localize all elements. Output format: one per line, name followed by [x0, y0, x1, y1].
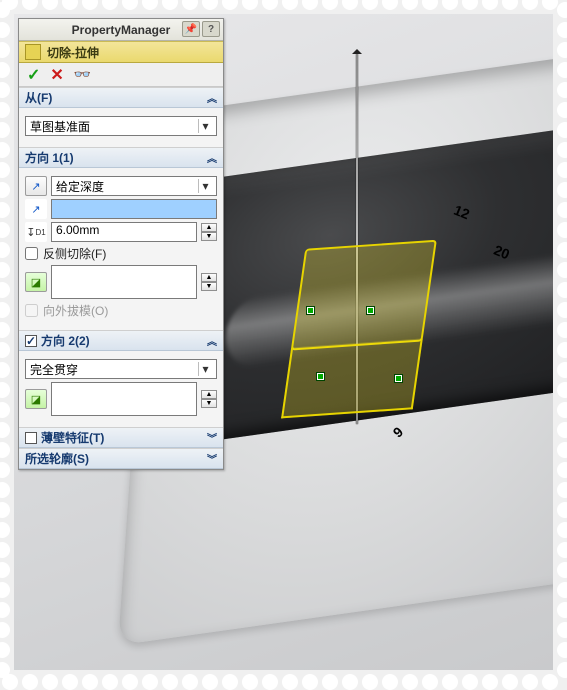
depth-icon: ↧D1 — [25, 222, 47, 242]
draft-spinner[interactable]: ▲▼ — [201, 273, 217, 291]
collapse-icon: ︽ — [207, 150, 217, 165]
from-condition-value: 草图基准面 — [30, 118, 90, 135]
collapse-icon: ︽ — [207, 90, 217, 105]
dir2-end-condition-combo[interactable]: 完全贯穿 ▾ — [25, 359, 217, 379]
section-thin-label: 薄壁特征(T) — [41, 429, 104, 446]
expand-icon: ︾ — [207, 430, 217, 445]
draft-faces-list[interactable] — [51, 265, 197, 299]
dropdown-icon: ▾ — [198, 362, 212, 376]
reverse-direction-button[interactable]: ↗ — [25, 176, 47, 196]
cancel-button[interactable]: ✕ — [50, 65, 63, 85]
sketch-node[interactable] — [366, 306, 375, 315]
dropdown-icon: ▾ — [198, 179, 212, 193]
section-dir1-header[interactable]: 方向 1(1) ︽ — [19, 148, 223, 168]
property-manager-panel: PropertyManager 📌 ? 切除-拉伸 ✓ ✕ 👓 从(F) ︽ — [18, 18, 224, 470]
sketch-node[interactable] — [394, 374, 403, 383]
depth-input[interactable]: 6.00mm — [51, 222, 197, 242]
pm-titlebar: PropertyManager 📌 ? — [19, 19, 223, 41]
feature-name: 切除-拉伸 — [47, 44, 99, 61]
graphics-viewport[interactable]: 12 20 9 PropertyManager 📌 ? 切除-拉伸 ✓ ✕ 👓 … — [14, 14, 553, 670]
section-dir2-label: 方向 2(2) — [41, 332, 90, 349]
cut-extrude-icon — [25, 44, 41, 60]
depth-spinner[interactable]: ▲▼ — [201, 223, 217, 241]
draft-button[interactable]: ◪ — [25, 272, 47, 292]
dir1-end-condition-combo[interactable]: 给定深度 ▾ — [51, 176, 217, 196]
dir2-draft-button[interactable]: ◪ — [25, 389, 47, 409]
from-condition-combo[interactable]: 草图基准面 ▾ — [25, 116, 217, 136]
direction-vector-icon[interactable]: ↗ — [25, 199, 47, 219]
sketch-node[interactable] — [316, 372, 325, 381]
detailed-preview-button[interactable]: 👓 — [74, 66, 91, 83]
section-from-label: 从(F) — [25, 89, 52, 106]
thin-enable-checkbox[interactable] — [25, 432, 37, 444]
section-contours-label: 所选轮廓(S) — [25, 450, 89, 467]
sketch-node[interactable] — [306, 306, 315, 315]
cut-preview-box[interactable] — [281, 240, 437, 419]
draft-outward-label: 向外拔模(O) — [43, 302, 108, 319]
section-from-header[interactable]: 从(F) ︽ — [19, 88, 223, 108]
help-icon[interactable]: ? — [202, 21, 220, 37]
dir2-spinner[interactable]: ▲▼ — [201, 390, 217, 408]
section-dir1-label: 方向 1(1) — [25, 149, 74, 166]
dropdown-icon: ▾ — [198, 119, 212, 133]
dir2-end-condition-value: 完全贯穿 — [30, 361, 78, 378]
ok-button[interactable]: ✓ — [27, 65, 40, 85]
section-contours-header[interactable]: 所选轮廓(S) ︾ — [19, 449, 223, 469]
pm-title-text: PropertyManager — [72, 23, 171, 37]
collapse-icon: ︽ — [207, 333, 217, 348]
dir2-enable-checkbox[interactable]: ✓ — [25, 335, 37, 347]
section-thin-header[interactable]: 薄壁特征(T) ︾ — [19, 428, 223, 448]
pin-icon[interactable]: 📌 — [182, 21, 200, 37]
flip-side-checkbox[interactable]: 反侧切除(F) — [25, 245, 106, 262]
draft-outward-checkbox: 向外拔模(O) — [25, 302, 108, 319]
dir1-end-condition-value: 给定深度 — [56, 178, 104, 195]
dir2-faces-list[interactable] — [51, 382, 197, 416]
flip-side-label: 反侧切除(F) — [43, 245, 106, 262]
expand-icon: ︾ — [207, 451, 217, 466]
section-dir2-header[interactable]: ✓ 方向 2(2) ︽ — [19, 331, 223, 351]
feature-header: 切除-拉伸 — [19, 41, 223, 63]
direction-reference-input[interactable] — [51, 199, 217, 219]
